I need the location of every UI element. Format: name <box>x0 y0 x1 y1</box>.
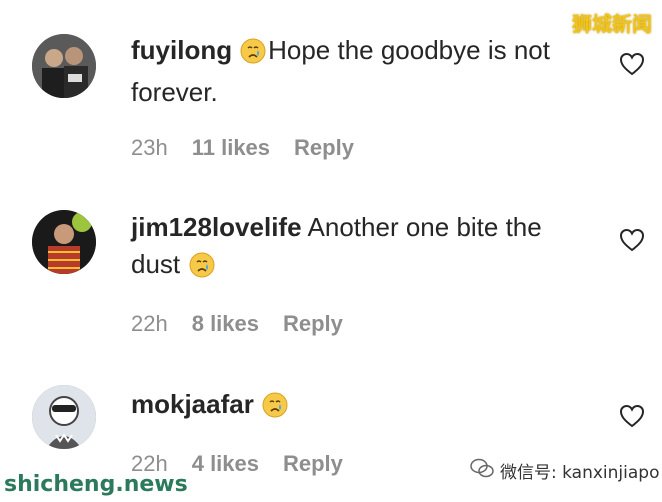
reply-button[interactable]: Reply <box>294 135 354 161</box>
reply-button[interactable]: Reply <box>283 451 343 477</box>
watermark-bottom-right: 微信号: kanxinjiapo <box>470 458 659 483</box>
watermark-bottom-left: shicheng.news <box>4 472 188 497</box>
wechat-icon <box>470 458 494 483</box>
timestamp: 22h <box>131 311 168 336</box>
reply-button[interactable]: Reply <box>283 311 343 337</box>
crying-face-emoji-icon <box>240 37 266 74</box>
heart-outline-icon[interactable] <box>619 228 645 252</box>
avatar[interactable] <box>32 210 96 274</box>
likes-count[interactable]: 4 likes <box>192 451 259 477</box>
username[interactable]: jim128lovelife <box>131 212 302 242</box>
likes-count[interactable]: 8 likes <box>192 311 259 337</box>
username[interactable]: fuyilong <box>131 35 232 65</box>
crying-face-emoji-icon <box>262 391 288 428</box>
watermark-top-right: 狮城新闻 <box>572 12 652 36</box>
heart-outline-icon[interactable] <box>619 404 645 428</box>
comment-meta: 23h 11 likes Reply <box>131 135 354 161</box>
username[interactable]: mokjaafar <box>131 389 254 419</box>
crying-face-emoji-icon <box>189 251 215 288</box>
comment-meta: 22h 8 likes Reply <box>131 311 343 337</box>
heart-outline-icon[interactable] <box>619 52 645 76</box>
timestamp: 23h <box>131 135 168 160</box>
likes-count[interactable]: 11 likes <box>192 135 270 161</box>
avatar[interactable] <box>32 34 96 98</box>
comment-text: jim128lovelife Another one bite the dust <box>131 209 571 288</box>
comment-text: mokjaafar <box>131 386 571 428</box>
avatar[interactable] <box>32 385 96 449</box>
watermark-text: 微信号: kanxinjiapo <box>500 463 660 483</box>
comment-text: fuyilong Hope the goodbye is not forever… <box>131 32 571 111</box>
